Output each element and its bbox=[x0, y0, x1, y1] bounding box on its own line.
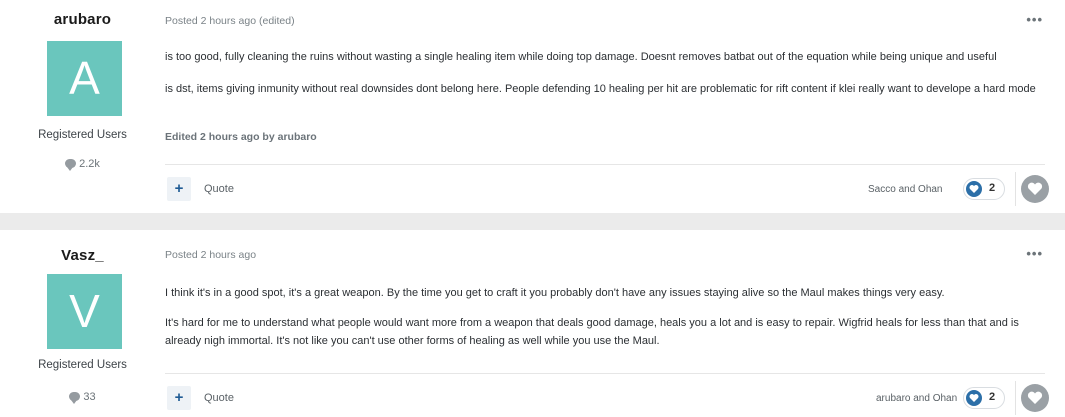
post: Vasz_ V Registered Users 33 Posted 2 hou… bbox=[0, 230, 1065, 417]
multiquote-plus-button[interactable]: + bbox=[167, 177, 191, 201]
post: arubaro A Registered Users 2.2k Posted 2… bbox=[0, 0, 1065, 213]
post-paragraph: is dst, items giving inmunity without re… bbox=[165, 83, 1036, 95]
reaction-count: 2 bbox=[989, 391, 996, 403]
comment-bubble-icon bbox=[69, 392, 81, 404]
divider bbox=[165, 373, 1045, 374]
user-group: Registered Users bbox=[38, 359, 127, 371]
multiquote-plus-button[interactable]: + bbox=[167, 386, 191, 410]
reaction-summary[interactable]: 2 bbox=[963, 387, 1005, 409]
reaction-summary[interactable]: 2 bbox=[963, 178, 1005, 200]
reacted-by-text[interactable]: Sacco and Ohan bbox=[868, 184, 943, 195]
heart-icon bbox=[966, 390, 982, 406]
author-name[interactable]: arubaro bbox=[0, 11, 165, 28]
reacted-by-text[interactable]: arubaro and Ohan bbox=[876, 393, 957, 404]
ellipsis-icon[interactable]: ••• bbox=[1026, 12, 1043, 27]
post-paragraph: It's hard for me to understand what peop… bbox=[165, 317, 1019, 347]
heart-icon bbox=[966, 181, 982, 197]
post-count-value: 2.2k bbox=[79, 158, 100, 170]
edited-note: Edited 2 hours ago by arubaro bbox=[165, 131, 317, 143]
user-group: Registered Users bbox=[38, 129, 127, 141]
separator bbox=[1015, 381, 1016, 415]
quote-button[interactable]: Quote bbox=[204, 392, 234, 404]
avatar[interactable]: V bbox=[47, 274, 122, 349]
heart-icon bbox=[1027, 391, 1043, 404]
react-button[interactable] bbox=[1021, 384, 1049, 412]
separator bbox=[1015, 172, 1016, 206]
quote-button[interactable]: Quote bbox=[204, 183, 234, 195]
post-meta: Posted 2 hours ago (edited) bbox=[165, 15, 295, 27]
post-count: 33 bbox=[0, 391, 165, 404]
ellipsis-icon[interactable]: ••• bbox=[1026, 246, 1043, 261]
reaction-count: 2 bbox=[989, 182, 996, 194]
post-count-value: 33 bbox=[83, 391, 96, 403]
heart-icon bbox=[1027, 182, 1043, 195]
post-paragraph: I think it's in a good spot, it's a grea… bbox=[165, 287, 945, 299]
post-meta: Posted 2 hours ago bbox=[165, 249, 257, 261]
divider bbox=[165, 164, 1045, 165]
avatar[interactable]: A bbox=[47, 41, 122, 116]
author-name[interactable]: Vasz_ bbox=[0, 247, 165, 264]
post-count: 2.2k bbox=[0, 158, 165, 171]
comment-bubble-icon bbox=[65, 159, 77, 171]
post-paragraph: is too good, fully cleaning the ruins wi… bbox=[165, 51, 997, 63]
react-button[interactable] bbox=[1021, 175, 1049, 203]
